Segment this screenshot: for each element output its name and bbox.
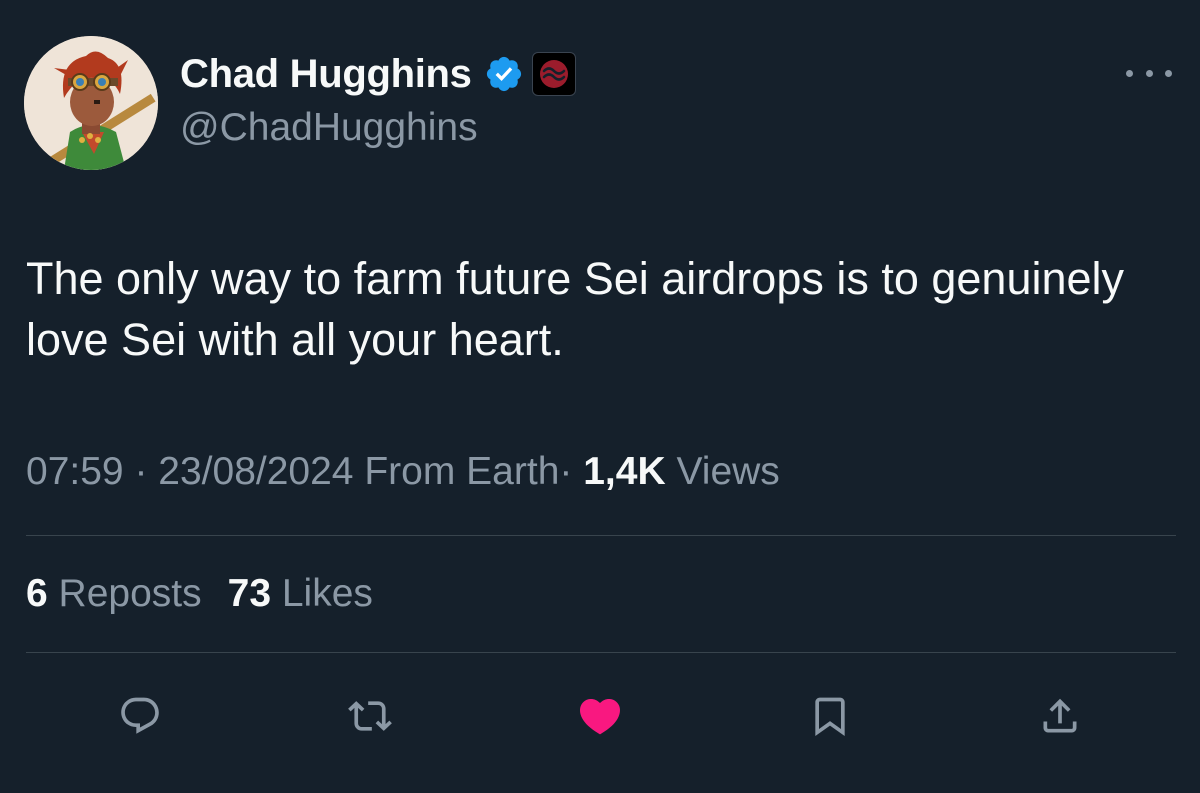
dot-icon xyxy=(1165,69,1172,77)
avatar-illustration xyxy=(24,36,158,170)
reposts-stat[interactable]: 6 Reposts xyxy=(26,572,202,615)
reply-button[interactable] xyxy=(110,688,170,744)
divider xyxy=(26,535,1176,536)
likes-stat[interactable]: 73 Likes xyxy=(228,572,373,615)
tweet-time[interactable]: 07:59 xyxy=(26,450,124,493)
verified-badge-icon[interactable] xyxy=(484,54,524,94)
sei-logo-icon xyxy=(539,60,568,88)
tweet-card: Chad Hugghins @ChadHugghins The only way… xyxy=(0,0,1200,793)
meta-separator: · xyxy=(134,450,148,493)
dot-icon xyxy=(1145,69,1153,77)
like-button[interactable] xyxy=(570,688,630,744)
share-icon xyxy=(1043,698,1077,733)
dot-icon xyxy=(1126,69,1133,77)
tweet-source: From Earth xyxy=(364,450,560,493)
reposts-count: 6 xyxy=(26,572,48,615)
display-name[interactable]: Chad Hugghins xyxy=(180,52,472,97)
likes-count: 73 xyxy=(227,572,272,615)
tweet-date[interactable]: 23/08/2024 xyxy=(158,450,353,493)
name-row: Chad Hugghins xyxy=(180,50,576,98)
engagement-stats: 6 Reposts 73 Likes xyxy=(26,572,373,616)
tweet-text: The only way to farm future Sei airdrops… xyxy=(26,253,1125,365)
reply-icon xyxy=(121,697,159,734)
views-label: Views xyxy=(676,450,780,493)
tweet-meta: 07:59 · 23/08/2024 From Earth· 1,4K View… xyxy=(26,450,780,494)
user-handle[interactable]: @ChadHugghins xyxy=(180,106,478,150)
divider xyxy=(26,652,1176,653)
likes-label: Likes xyxy=(281,572,373,615)
share-button[interactable] xyxy=(1030,688,1090,744)
affiliate-badge-icon[interactable] xyxy=(531,52,576,96)
repost-icon xyxy=(348,701,392,731)
repost-button[interactable] xyxy=(340,688,400,744)
avatar[interactable] xyxy=(24,36,158,170)
views-count: 1,4K xyxy=(583,450,666,493)
bookmark-icon xyxy=(815,697,845,737)
bookmark-button[interactable] xyxy=(800,688,860,744)
heart-icon xyxy=(579,699,621,735)
meta-separator: · xyxy=(559,450,573,493)
more-options-icon[interactable] xyxy=(1126,56,1172,90)
reposts-label: Reposts xyxy=(58,572,202,615)
